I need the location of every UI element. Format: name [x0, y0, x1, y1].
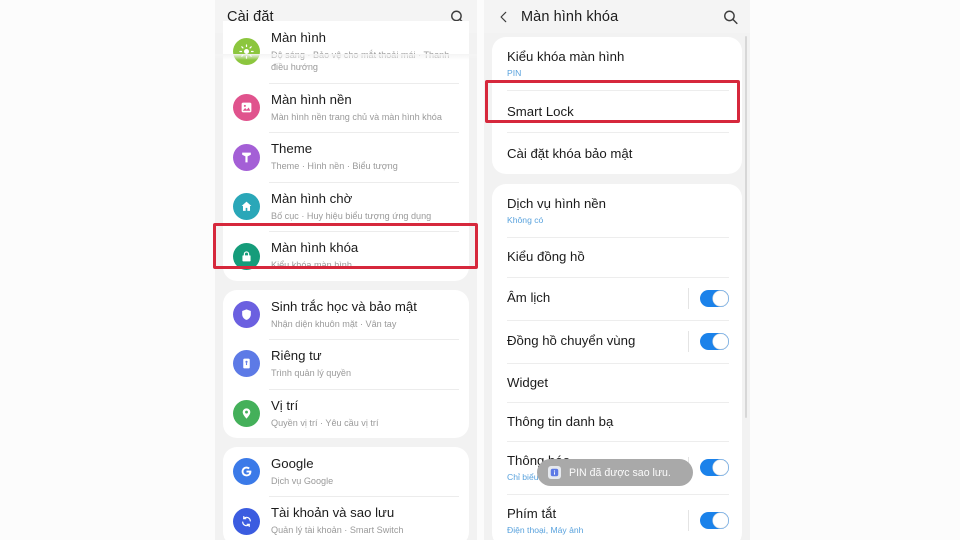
sidebar-item-privacy[interactable]: Riêng tư Trình quản lý quyền — [223, 339, 469, 388]
wallpaper-icon — [233, 94, 260, 122]
list-item-label: Đồng hồ chuyển vùng — [507, 333, 636, 349]
sidebar-item-label: Sinh trắc học và bảo mật — [271, 298, 417, 314]
sidebar-item-google[interactable]: Google Dịch vụ Google — [223, 447, 469, 496]
list-item-contact-info[interactable]: Thông tin danh bạ — [492, 401, 742, 441]
list-item-clock-style[interactable]: Kiểu đồng hồ — [492, 237, 742, 276]
list-item-label: Kiểu đồng hồ — [507, 249, 585, 265]
sidebar-item-label: Tài khoản và sao lưu — [271, 505, 395, 521]
sidebar-item-label: Màn hình chờ — [271, 190, 353, 206]
sidebar-item-sublabel: Bố cục · Huy hiệu biểu tượng ứng dụng — [271, 210, 432, 221]
sidebar-item-label: Riêng tư — [271, 348, 322, 364]
sidebar-item-sublabel: Màn hình nền trang chủ và màn hình khóa — [271, 111, 442, 122]
sidebar-item-sublabel: Quyền vị trí · Yêu cầu vị trí — [271, 417, 379, 428]
list-item-label: Thông tin danh bạ — [507, 413, 614, 429]
sidebar-item-sublabel: Dịch vụ Google — [271, 475, 334, 486]
sidebar-item-location[interactable]: Vị trí Quyền vị trí · Yêu cầu vị trí — [223, 388, 469, 438]
toggle-notifications[interactable] — [700, 458, 729, 476]
list-item-screen-lock-type[interactable]: Kiểu khóa màn hình PIN — [492, 37, 742, 90]
sidebar-item-home-screen[interactable]: Màn hình chờ Bố cục · Huy hiệu biểu tượn… — [223, 181, 469, 231]
sidebar-item-sublabel: Kiểu khóa màn hình — [271, 260, 352, 271]
list-item-value: PIN — [507, 68, 522, 79]
sidebar-item-label: Vị trí — [271, 397, 299, 413]
settings-card-accounts: Google Dịch vụ Google Tài khoản và sao l… — [223, 447, 469, 540]
sidebar-item-sublabel: Nhận diện khuôn mặt · Vân tay — [271, 318, 397, 329]
theme-icon — [233, 143, 260, 171]
sidebar-item-sublabel: Theme · Hình nền · Biểu tượng — [271, 161, 398, 172]
lockscreen-header: Màn hình khóa — [484, 0, 750, 33]
toast-text: PIN đã được sao lưu. — [569, 466, 671, 479]
google-g-icon — [233, 458, 260, 486]
search-icon[interactable] — [722, 8, 739, 25]
sync-accounts-icon — [233, 507, 260, 535]
lockscreen-card-appearance: Dịch vụ hình nền Không có Kiểu đồng hồ Â… — [492, 184, 742, 540]
divider — [688, 330, 689, 352]
page-title: Màn hình khóa — [521, 8, 619, 25]
lock-icon — [233, 242, 260, 270]
chevron-left-icon[interactable] — [496, 9, 512, 25]
list-item-smart-lock[interactable]: Smart Lock — [492, 90, 742, 132]
list-item-label: Dịch vụ hình nền — [507, 196, 606, 212]
list-item-wallpaper-services[interactable]: Dịch vụ hình nền Không có — [492, 184, 742, 237]
list-item-label: Phím tắt — [507, 506, 557, 522]
toggle-roaming-clock[interactable] — [700, 332, 729, 350]
list-item-roaming-clock[interactable]: Đồng hồ chuyển vùng — [492, 319, 742, 363]
list-item-label: Âm lịch — [507, 290, 551, 306]
settings-panel: Cài đặt Màn hình Độ sáng · Bảo vệ cho mắ… — [215, 0, 477, 540]
lockscreen-scrollbar[interactable] — [745, 36, 747, 418]
toggle-shortcuts[interactable] — [700, 512, 729, 530]
list-item-secure-lock-settings[interactable]: Cài đặt khóa bảo mật — [492, 132, 742, 174]
sidebar-item-biometrics[interactable]: Sinh trắc học và bảo mật Nhận diện khuôn… — [223, 290, 469, 339]
settings-card-security: Sinh trắc học và bảo mật Nhận diện khuôn… — [223, 289, 469, 439]
sidebar-item-wallpaper[interactable]: Màn hình nền Màn hình nền trang chủ và m… — [223, 82, 469, 132]
sidebar-item-label: Google — [271, 456, 314, 472]
sidebar-item-label: Màn hình nền — [271, 91, 352, 107]
sidebar-item-theme[interactable]: Theme Theme · Hình nền · Biểu tượng — [223, 132, 469, 181]
sidebar-item-label: Màn hình khóa — [271, 240, 359, 256]
sidebar-item-sublabel: Trình quản lý quyền — [271, 368, 352, 379]
info-badge-icon — [548, 466, 561, 479]
sidebar-item-accounts-backup[interactable]: Tài khoản và sao lưu Quản lý tài khoản ·… — [223, 496, 469, 540]
divider — [688, 287, 689, 309]
sidebar-item-label: Màn hình — [271, 30, 326, 45]
sidebar-item-sublabel: Độ sáng · Bảo vệ cho mắt thoải mái · Tha… — [271, 49, 450, 73]
screenshot-root: Cài đặt Màn hình Độ sáng · Bảo vệ cho mắ… — [0, 0, 960, 540]
list-item-value: Điện thoại, Máy ảnh — [507, 525, 584, 536]
privacy-icon — [233, 350, 260, 378]
display-icon — [233, 38, 260, 66]
toast-message: PIN đã được sao lưu. — [537, 459, 693, 486]
list-item-label: Kiểu khóa màn hình — [507, 49, 625, 64]
list-item-shortcuts[interactable]: Phím tắt Điện thoại, Máy ảnh — [492, 494, 742, 540]
sidebar-item-lock-screen[interactable]: Màn hình khóa Kiểu khóa màn hình — [223, 231, 469, 280]
location-pin-icon — [233, 399, 260, 427]
list-item-label: Smart Lock — [507, 103, 574, 119]
sidebar-item-display[interactable]: Màn hình Độ sáng · Bảo vệ cho mắt thoải … — [223, 21, 469, 83]
divider — [688, 510, 689, 532]
list-item-widget[interactable]: Widget — [492, 362, 742, 402]
sidebar-item-label: Theme — [271, 141, 313, 157]
list-item-label: Widget — [507, 374, 549, 390]
home-screen-icon — [233, 193, 260, 221]
list-item-value: Không có — [507, 215, 544, 226]
sidebar-item-sublabel: Quản lý tài khoản · Smart Switch — [271, 525, 404, 536]
list-item-label: Cài đặt khóa bảo mật — [507, 145, 633, 161]
shield-icon — [233, 300, 260, 328]
lockscreen-card-lock: Kiểu khóa màn hình PIN Smart Lock Cài đặ… — [492, 37, 742, 175]
toggle-lunar-calendar[interactable] — [700, 289, 729, 307]
settings-scroll-body[interactable]: Màn hình Độ sáng · Bảo vệ cho mắt thoải … — [215, 21, 477, 540]
list-item-lunar-calendar[interactable]: Âm lịch — [492, 276, 742, 320]
settings-card-personalization: Màn hình Độ sáng · Bảo vệ cho mắt thoải … — [223, 21, 469, 281]
